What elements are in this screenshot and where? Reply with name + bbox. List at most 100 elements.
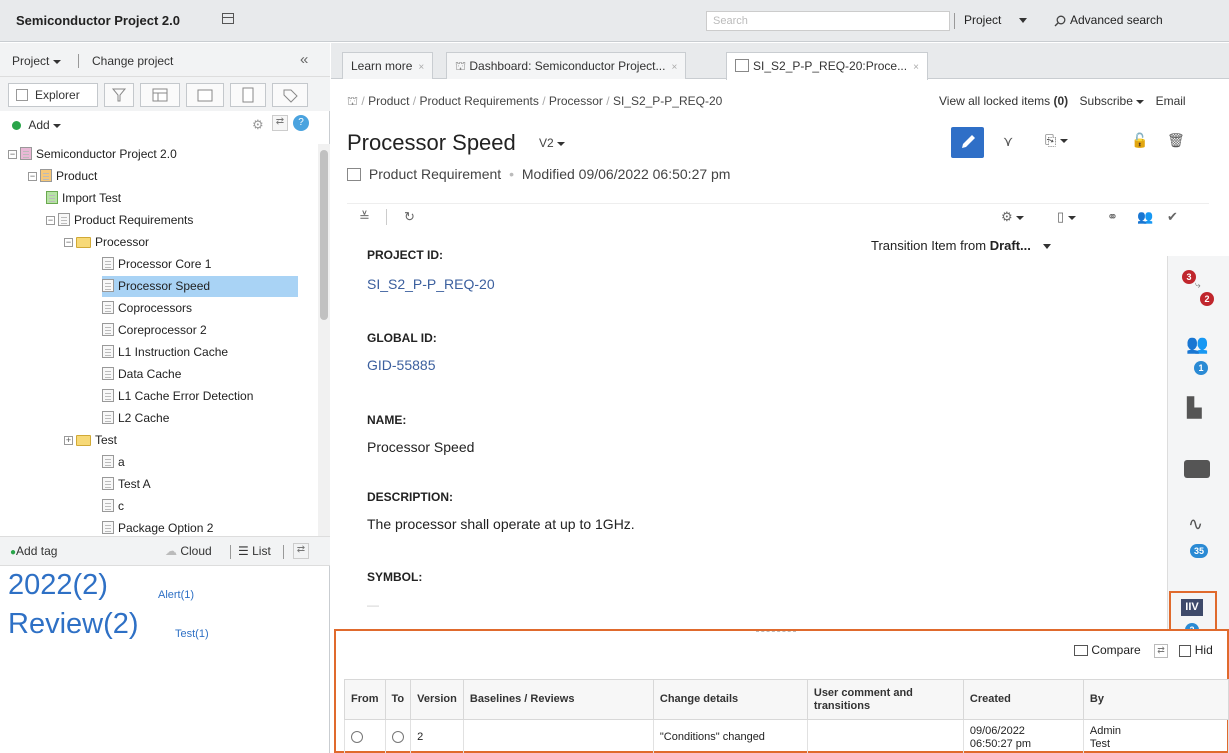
from-radio[interactable] (351, 731, 363, 744)
tree-node[interactable]: − Product Requirements (46, 210, 193, 231)
breadcrumb-item[interactable]: Product (368, 94, 409, 108)
close-icon[interactable]: × (913, 62, 919, 73)
refresh-tags-icon[interactable]: ⇄ (293, 543, 309, 559)
tree-node[interactable]: − Product (28, 166, 97, 187)
breadcrumb-item[interactable]: Product Requirements (419, 94, 538, 108)
resize-handle[interactable] (756, 631, 796, 635)
tree-node[interactable]: Processor Core 1 (102, 254, 211, 275)
panel-toggle-icon[interactable] (222, 13, 234, 24)
tree-node[interactable]: − Semiconductor Project 2.0 (8, 144, 177, 165)
sync-icon[interactable]: ⇄ (272, 115, 288, 131)
table-row[interactable]: 2 "Conditions" changed 09/06/2022 06:50:2… (344, 719, 1229, 753)
collapse-all-icon[interactable]: ≚ (359, 209, 370, 225)
activity-button[interactable]: ∿ 35 (1184, 514, 1216, 562)
locked-items-link[interactable]: View all locked items (0) (939, 94, 1068, 108)
collapse-node-icon[interactable]: − (64, 238, 73, 248)
version-select[interactable]: V2 (539, 136, 566, 150)
tree-scroll-thumb[interactable] (320, 150, 328, 320)
tree-node[interactable]: L1 Cache Error Detection (102, 386, 253, 407)
to-radio[interactable] (391, 731, 404, 744)
users-icon[interactable]: 👥 (1137, 209, 1153, 225)
link-icon[interactable]: ⚭ (1107, 209, 1118, 225)
cloud-view-button[interactable]: ☁ Cloud (165, 544, 212, 558)
breadcrumb-item[interactable]: Processor (549, 94, 603, 108)
column-header[interactable]: From (344, 679, 386, 720)
hide-button[interactable]: Hid (1179, 643, 1213, 657)
check-icon[interactable]: ✔ (1167, 209, 1178, 225)
test-document-icon[interactable]: ▙ (1187, 397, 1202, 420)
transition-menu[interactable]: Transition Item from Draft... (871, 238, 1051, 253)
tree-node[interactable]: Import Test (46, 188, 121, 209)
settings-icon[interactable]: ⚙ (252, 117, 264, 133)
collapse-panel-icon[interactable]: « (300, 51, 308, 68)
add-menu[interactable]: Add (12, 118, 62, 132)
subscribe-menu[interactable]: Subscribe (1080, 94, 1145, 108)
tag-alert[interactable]: Alert(1) (158, 589, 194, 601)
tree-node[interactable]: Data Cache (102, 364, 181, 385)
tree-node[interactable]: L1 Instruction Cache (102, 342, 228, 363)
compare-button[interactable]: Compare (1074, 643, 1141, 657)
collapse-node-icon[interactable]: − (46, 216, 55, 226)
table-view-icon[interactable] (140, 83, 180, 107)
tab-learn-more[interactable]: Learn more × (342, 52, 434, 79)
tag-icon[interactable] (272, 83, 308, 107)
relations-icon[interactable]: ⋎ (1003, 133, 1013, 150)
column-header[interactable]: Version (410, 679, 464, 720)
edit-button[interactable] (951, 127, 984, 158)
relationships-button[interactable]: 3 ⤷ 2 (1182, 270, 1218, 314)
close-icon[interactable]: × (418, 62, 424, 73)
column-header[interactable]: User comment and transitions (806, 679, 964, 720)
tree-node[interactable]: Coprocessors (102, 298, 192, 319)
tree-node[interactable]: + Test (64, 430, 117, 451)
tag-review[interactable]: Review(2) (8, 608, 139, 641)
tree-node[interactable]: L2 Cache (102, 408, 169, 429)
filter-icon[interactable] (104, 83, 134, 107)
column-header[interactable]: By (1082, 679, 1229, 720)
list-view-button[interactable]: ☰ List (238, 544, 271, 558)
column-header[interactable]: Change details (652, 679, 808, 720)
tag-2022[interactable]: 2022(2) (8, 569, 108, 602)
lock-icon[interactable]: 🔓 (1131, 132, 1148, 149)
page-icon[interactable] (230, 83, 266, 107)
tree-node[interactable]: a (102, 452, 125, 473)
sync-icon[interactable]: ⇄ (1154, 643, 1169, 658)
document-menu[interactable]: ▯ (1057, 209, 1076, 225)
column-header[interactable]: Baselines / Reviews (462, 679, 654, 720)
refresh-icon[interactable]: ↻ (404, 209, 415, 225)
email-link[interactable]: Email (1156, 94, 1186, 108)
comments-icon[interactable] (1184, 460, 1210, 478)
search-input[interactable] (706, 11, 950, 31)
tree-node[interactable]: Package Option 2 (102, 518, 213, 536)
delete-icon[interactable]: 🗑 (1167, 132, 1185, 149)
expand-node-icon[interactable]: + (64, 436, 73, 446)
project-id-value[interactable]: SI_S2_P-P_REQ-20 (367, 276, 495, 292)
tag-test[interactable]: Test(1) (175, 628, 209, 640)
global-id-value[interactable]: GID-55885 (367, 357, 435, 373)
breadcrumb-item[interactable]: SI_S2_P-P_REQ-20 (613, 94, 722, 108)
gear-icon: ⚙ (1001, 209, 1013, 224)
tree-node[interactable]: c (102, 496, 124, 517)
tab-explorer[interactable]: Explorer (8, 83, 98, 107)
reviews-button[interactable]: 👥 1 (1184, 334, 1216, 380)
collapse-node-icon[interactable]: − (8, 150, 17, 160)
tab-item[interactable]: SI_S2_P-P_REQ-20:Proce... × (726, 52, 928, 80)
tree-node[interactable]: Processor Speed (102, 276, 299, 297)
help-icon[interactable]: ? (293, 115, 309, 131)
project-menu[interactable]: Project (12, 54, 61, 68)
search-scope-select[interactable]: Project (964, 13, 1027, 27)
add-tag-button[interactable]: ●Add tag (10, 544, 57, 558)
project-icon[interactable]: ⛫ (347, 94, 358, 108)
column-header[interactable]: Created (962, 679, 1084, 720)
document-view-icon[interactable] (186, 83, 224, 107)
tree-node[interactable]: Test A (102, 474, 151, 495)
tree-node[interactable]: − Processor (64, 232, 149, 253)
tree-node[interactable]: Coreprocessor 2 (102, 320, 207, 341)
collapse-node-icon[interactable]: − (28, 172, 37, 182)
advanced-search-link[interactable]: Advanced search (1054, 13, 1163, 27)
workflow-menu[interactable]: ⚙ (1001, 209, 1025, 225)
tab-dashboard[interactable]: ⛫ Dashboard: Semiconductor Project... × (446, 52, 687, 79)
close-icon[interactable]: × (671, 62, 677, 73)
change-project-link[interactable]: Change project (92, 54, 173, 68)
column-header[interactable]: To (384, 679, 412, 720)
export-menu[interactable]: ⎘ (1045, 132, 1069, 149)
